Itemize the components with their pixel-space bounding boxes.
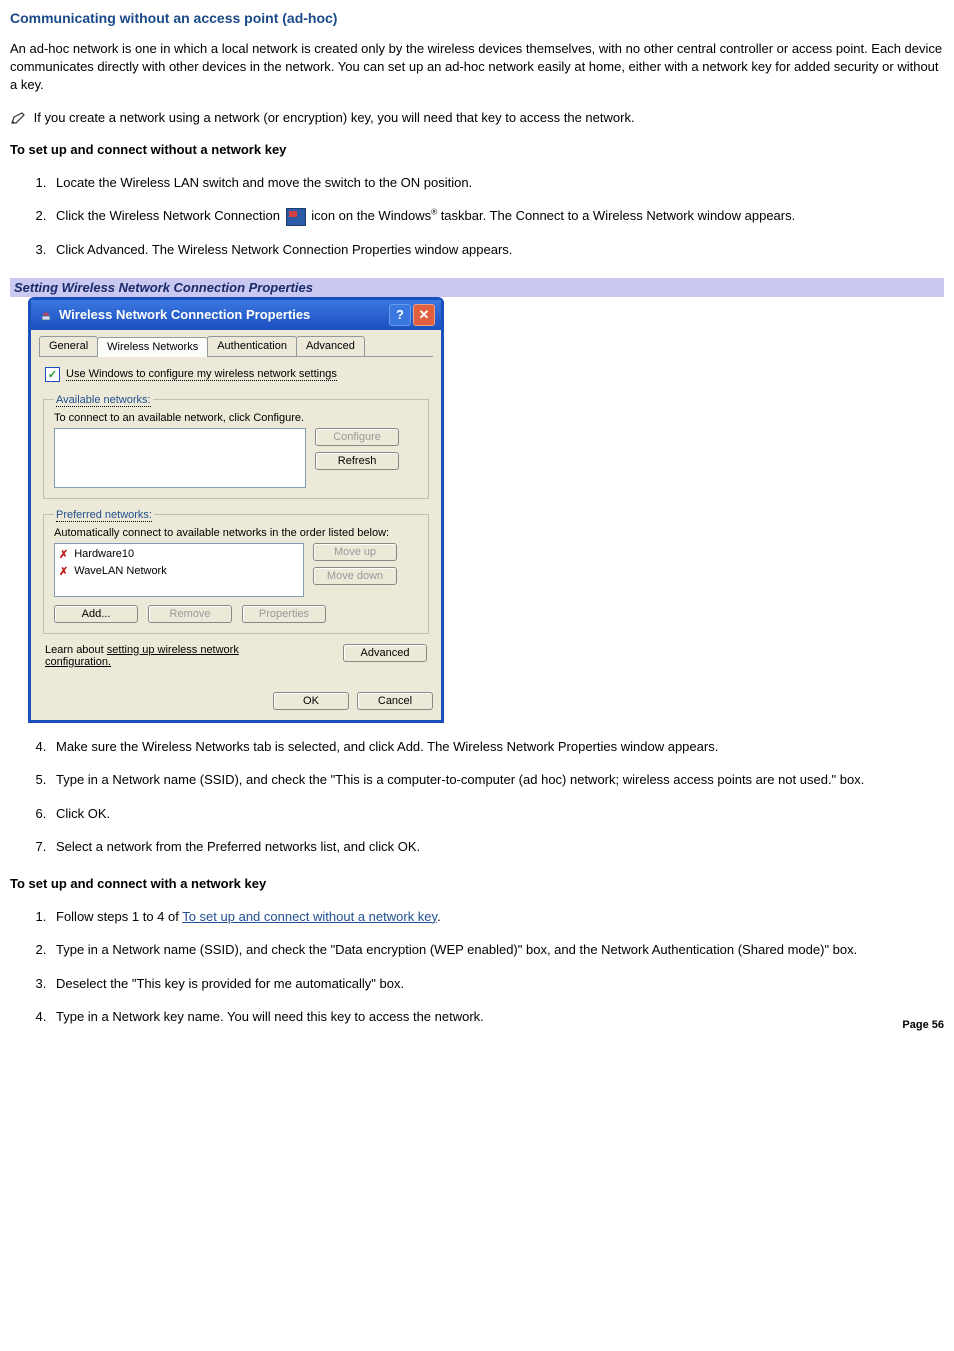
steps-with-key: Follow steps 1 to 4 of To set up and con… (10, 907, 944, 1027)
step-3: Click Advanced. The Wireless Network Con… (50, 240, 944, 260)
help-button[interactable]: ? (389, 304, 411, 326)
preferred-networks-list[interactable]: ✗ Hardware10 ✗ WaveLAN Network (54, 543, 304, 597)
properties-button[interactable]: Properties (242, 605, 326, 623)
note-line: If you create a network using a network … (10, 109, 944, 127)
intro-paragraph: An ad-hoc network is one in which a loca… (10, 40, 944, 95)
step-c1: Follow steps 1 to 4 of To set up and con… (50, 907, 944, 927)
advanced-button[interactable]: Advanced (343, 644, 427, 662)
use-windows-label: Use Windows to configure my wireless net… (66, 368, 337, 381)
properties-dialog: Wireless Network Connection Properties ?… (28, 297, 444, 723)
tab-strip: General Wireless Networks Authentication… (39, 336, 433, 357)
wireless-taskbar-icon (286, 208, 306, 226)
pencil-note-icon (10, 111, 28, 125)
page-heading: Communicating without an access point (a… (10, 10, 944, 26)
preferred-networks-legend: Preferred networks: (54, 509, 154, 521)
preferred-networks-group: Preferred networks: Automatically connec… (43, 509, 429, 634)
refresh-button[interactable]: Refresh (315, 452, 399, 470)
dialog-title: Wireless Network Connection Properties (59, 307, 389, 322)
step-c2: Type in a Network name (SSID), and check… (50, 940, 944, 960)
available-networks-list[interactable] (54, 428, 306, 488)
subhead-no-key: To set up and connect without a network … (10, 141, 944, 159)
subhead-with-key: To set up and connect with a network key (10, 875, 944, 893)
step-4: Make sure the Wireless Networks tab is s… (50, 737, 944, 757)
configure-button[interactable]: Configure (315, 428, 399, 446)
note-text: If you create a network using a network … (34, 110, 635, 125)
figure-caption: Setting Wireless Network Connection Prop… (10, 278, 944, 297)
cross-ref-link[interactable]: To set up and connect without a network … (182, 909, 437, 924)
network-name: WaveLAN Network (74, 565, 167, 577)
step-2-text-c: taskbar. The Connect to a Wireless Netwo… (441, 208, 796, 223)
step-2-text-b: icon on the Windows (311, 208, 431, 223)
close-button[interactable]: ✕ (413, 304, 435, 326)
preferred-hint: Automatically connect to available netwo… (54, 527, 420, 539)
network-icon: ✗ (59, 565, 68, 578)
learn-about-text: Learn about setting up wireless network … (45, 644, 305, 668)
remove-button[interactable]: Remove (148, 605, 232, 623)
add-button[interactable]: Add... (54, 605, 138, 623)
cancel-button[interactable]: Cancel (357, 692, 433, 710)
step-2: Click the Wireless Network Connection ic… (50, 206, 944, 226)
network-name: Hardware10 (74, 548, 134, 560)
available-hint: To connect to an available network, clic… (54, 412, 420, 424)
page-number: Page 56 (902, 1017, 944, 1034)
ok-button[interactable]: OK (273, 692, 349, 710)
dialog-titlebar: Wireless Network Connection Properties ?… (31, 300, 441, 330)
steps-without-key: Locate the Wireless LAN switch and move … (10, 173, 944, 260)
use-windows-checkbox[interactable]: ✓ (45, 367, 60, 382)
step-1: Locate the Wireless LAN switch and move … (50, 173, 944, 193)
tab-wireless-networks[interactable]: Wireless Networks (97, 337, 208, 357)
tab-authentication[interactable]: Authentication (207, 336, 297, 356)
step-6: Click OK. (50, 804, 944, 824)
move-up-button[interactable]: Move up (313, 543, 397, 561)
tab-general[interactable]: General (39, 336, 98, 356)
steps-without-key-cont: Make sure the Wireless Networks tab is s… (10, 737, 944, 857)
step-5: Type in a Network name (SSID), and check… (50, 770, 944, 790)
step-2-text-a: Click the Wireless Network Connection (56, 208, 284, 223)
move-down-button[interactable]: Move down (313, 567, 397, 585)
available-networks-legend: Available networks: (54, 394, 153, 406)
step-c4: Type in a Network key name. You will nee… (50, 1007, 944, 1027)
network-icon: ✗ (59, 548, 68, 561)
list-item[interactable]: ✗ WaveLAN Network (59, 563, 299, 580)
tab-advanced[interactable]: Advanced (296, 336, 365, 356)
step-c3: Deselect the "This key is provided for m… (50, 974, 944, 994)
available-networks-group: Available networks: To connect to an ava… (43, 394, 429, 499)
wireless-icon (39, 308, 53, 322)
list-item[interactable]: ✗ Hardware10 (59, 546, 299, 563)
step-7: Select a network from the Preferred netw… (50, 837, 944, 857)
registered-mark: ® (431, 208, 437, 217)
